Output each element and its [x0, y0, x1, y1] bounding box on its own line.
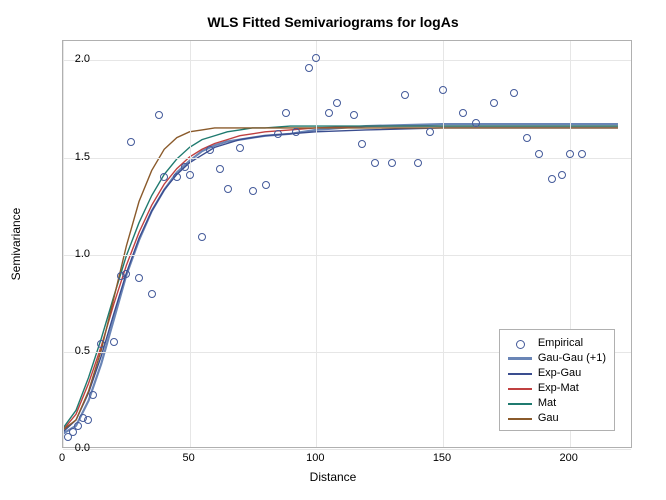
gridline-h: [63, 158, 631, 159]
y-axis-label: Semivariance: [9, 208, 23, 281]
chart-title: WLS Fitted Semivariograms for logAs: [0, 14, 666, 30]
empirical-point: [74, 422, 82, 430]
legend-label: Gau: [538, 411, 559, 426]
empirical-point: [566, 150, 574, 158]
legend-entry: Mat: [508, 396, 606, 411]
empirical-point: [535, 150, 543, 158]
empirical-point: [578, 150, 586, 158]
legend-label: Gau-Gau (+1): [538, 351, 606, 366]
legend-line-icon: [508, 418, 532, 420]
empirical-point: [186, 171, 194, 179]
plot-area: EmpiricalGau-Gau (+1)Exp-GauExp-MatMatGa…: [62, 40, 632, 448]
legend-entry: Gau: [508, 411, 606, 426]
gridline-v: [316, 41, 317, 447]
legend-entry-empirical: Empirical: [508, 336, 606, 351]
empirical-point: [206, 146, 214, 154]
x-axis-label: Distance: [0, 470, 666, 484]
legend-line-icon: [508, 388, 532, 390]
empirical-point: [490, 99, 498, 107]
legend-line-icon: [508, 373, 532, 375]
empirical-point: [173, 173, 181, 181]
gridline-v: [63, 41, 64, 447]
x-tick-label: 50: [169, 452, 209, 464]
empirical-point: [282, 109, 290, 117]
empirical-point: [89, 391, 97, 399]
x-tick-label: 150: [422, 452, 462, 464]
empirical-point: [148, 290, 156, 298]
legend: EmpiricalGau-Gau (+1)Exp-GauExp-MatMatGa…: [499, 329, 615, 431]
empirical-point: [181, 163, 189, 171]
gridline-h: [63, 255, 631, 256]
empirical-point: [110, 338, 118, 346]
legend-line-icon: [508, 403, 532, 405]
empirical-point: [548, 175, 556, 183]
empirical-point: [439, 86, 447, 94]
gridline-v: [190, 41, 191, 447]
y-tick-label: 2.0: [60, 53, 90, 65]
y-tick-label: 1.0: [60, 248, 90, 260]
x-tick-label: 100: [295, 452, 335, 464]
gridline-h: [63, 60, 631, 61]
legend-entry: Gau-Gau (+1): [508, 351, 606, 366]
empirical-point: [135, 274, 143, 282]
empirical-point: [262, 181, 270, 189]
legend-entry: Exp-Gau: [508, 366, 606, 381]
legend-entry: Exp-Mat: [508, 381, 606, 396]
chart: WLS Fitted Semivariograms for logAs Empi…: [0, 0, 666, 500]
empirical-point: [305, 64, 313, 72]
empirical-point: [224, 185, 232, 193]
legend-label: Mat: [538, 396, 556, 411]
gridline-v: [443, 41, 444, 447]
legend-label: Exp-Mat: [538, 381, 579, 396]
gridline-h: [63, 449, 631, 450]
y-tick-label: 0.5: [60, 345, 90, 357]
legend-line-icon: [508, 357, 532, 360]
y-tick-label: 1.5: [60, 151, 90, 163]
empirical-point: [472, 119, 480, 127]
x-tick-label: 200: [549, 452, 589, 464]
empirical-point: [371, 159, 379, 167]
empirical-point: [249, 187, 257, 195]
legend-marker-circle-icon: [508, 339, 532, 349]
legend-label: Empirical: [538, 336, 583, 351]
empirical-point: [358, 140, 366, 148]
empirical-point: [325, 109, 333, 117]
empirical-point: [333, 99, 341, 107]
empirical-point: [523, 134, 531, 142]
x-tick-label: 0: [42, 452, 82, 464]
legend-label: Exp-Gau: [538, 366, 581, 381]
